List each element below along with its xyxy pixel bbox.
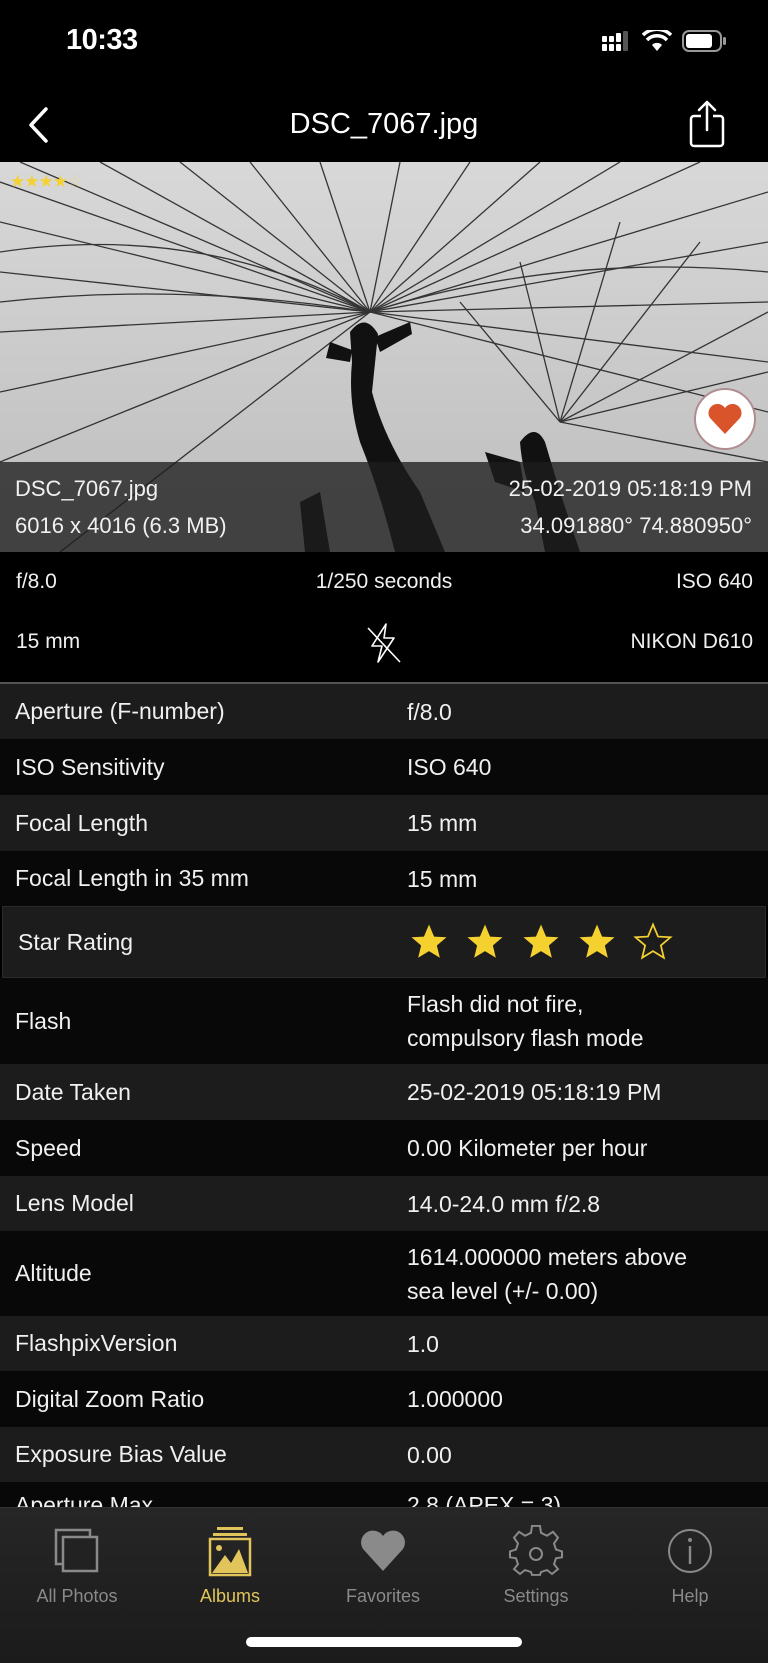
- row-value: 25-02-2019 05:18:19 PM: [407, 1079, 662, 1105]
- row-value-line1: 1614.000000 meters above: [407, 1243, 688, 1270]
- row-label: Date Taken: [15, 1078, 131, 1105]
- table-row: Focal Length in 35 mm 15 mm: [0, 851, 768, 906]
- star-empty-icon[interactable]: [632, 921, 674, 963]
- tab-label: Albums: [199, 1586, 261, 1606]
- row-value: f/8.0: [407, 698, 452, 725]
- row-label: Aperture (F-number): [15, 698, 225, 724]
- albums-icon: [208, 1527, 252, 1577]
- tab-label: Help: [671, 1586, 709, 1606]
- tab-settings[interactable]: Settings: [466, 1522, 606, 1607]
- table-row: Focal Length 15 mm: [0, 795, 768, 851]
- star-filled-icon[interactable]: [520, 921, 562, 963]
- row-label: Altitude: [15, 1260, 92, 1286]
- row-value: Flash did not fire, compulsory flash mod…: [407, 987, 644, 1055]
- star-filled-icon[interactable]: [464, 921, 506, 963]
- heart-icon: [708, 403, 742, 434]
- gear-icon: [509, 1524, 563, 1576]
- row-value: 1.000000: [407, 1386, 503, 1412]
- row-value-line2: compulsory flash mode: [407, 1025, 644, 1051]
- tab-favorites[interactable]: Favorites: [313, 1522, 453, 1607]
- overlay-datetime: 25-02-2019 05:18:19 PM: [508, 476, 752, 501]
- tab-label: Settings: [503, 1586, 569, 1606]
- row-label: Star Rating: [18, 928, 134, 955]
- table-row: Altitude 1614.000000 meters above sea le…: [0, 1231, 768, 1316]
- summary-flash: [364, 622, 404, 669]
- mini-stars-empty: ☆: [66, 172, 82, 191]
- row-value: 15 mm: [407, 865, 478, 892]
- share-button[interactable]: [682, 96, 732, 152]
- row-value: 0.00 Kilometer per hour: [407, 1135, 648, 1161]
- row-value: 1614.000000 meters above sea level (+/- …: [407, 1240, 687, 1308]
- table-row: Exposure Bias Value 0.00: [0, 1427, 768, 1482]
- overlay-filename: DSC_7067.jpg: [15, 476, 159, 501]
- info-icon: [668, 1529, 712, 1573]
- table-row: Aperture (F-number) f/8.0: [0, 684, 768, 739]
- heart-icon: [361, 1530, 405, 1571]
- exif-summary: f/8.0 1/250 seconds ISO 640 15 mm NIKON …: [0, 552, 768, 682]
- overlay-coordinates: 34.091880° 74.880950°: [520, 513, 752, 538]
- tab-help[interactable]: Help: [620, 1522, 760, 1607]
- table-row: Digital Zoom Ratio 1.000000: [0, 1371, 768, 1427]
- tab-label: All Photos: [36, 1586, 118, 1606]
- status-time: 10:33: [66, 24, 138, 56]
- status-icons: [602, 30, 728, 52]
- summary-camera: NIKON D610: [630, 630, 753, 653]
- star-filled-icon[interactable]: [408, 921, 450, 963]
- flash-off-icon: [367, 623, 401, 663]
- row-label: Focal Length in 35 mm: [15, 865, 249, 891]
- table-row: Lens Model 14.0-24.0 mm f/2.8: [0, 1176, 768, 1231]
- photo-info-overlay: DSC_7067.jpg 6016 x 4016 (6.3 MB) 25-02-…: [0, 462, 768, 552]
- row-value: 14.0-24.0 mm f/2.8: [407, 1190, 601, 1217]
- favorite-button[interactable]: [694, 388, 756, 450]
- cellular-signal-icon: [602, 31, 628, 51]
- photo-preview[interactable]: ★★★★☆ DSC_7067.jpg 6016 x 4016 (6.3 MB) …: [0, 162, 768, 552]
- row-value: 1.0: [407, 1330, 439, 1357]
- tab-albums[interactable]: Albums: [160, 1522, 300, 1607]
- home-indicator[interactable]: [246, 1637, 522, 1647]
- table-row: FlashpixVersion 1.0: [0, 1316, 768, 1371]
- row-value: 0.00: [407, 1441, 452, 1468]
- share-icon: [689, 100, 725, 148]
- row-label: Flash: [15, 1007, 72, 1034]
- table-row: Date Taken 25-02-2019 05:18:19 PM: [0, 1064, 768, 1120]
- mini-stars-filled: ★★★★: [10, 172, 68, 191]
- row-label: Focal Length: [15, 809, 148, 836]
- row-value-line2: sea level (+/- 0.00): [407, 1277, 599, 1304]
- wifi-icon: [642, 30, 672, 51]
- star-filled-icon[interactable]: [576, 921, 618, 963]
- row-label: Digital Zoom Ratio: [15, 1385, 205, 1412]
- overlay-dimensions: 6016 x 4016 (6.3 MB): [15, 513, 227, 538]
- star-rating-row[interactable]: Star Rating: [2, 906, 766, 978]
- page-title: DSC_7067.jpg: [289, 108, 479, 140]
- navigation-bar: DSC_7067.jpg: [0, 90, 768, 162]
- tab-label: Favorites: [345, 1586, 421, 1606]
- row-value: ISO 640: [407, 754, 492, 780]
- tab-all-photos[interactable]: All Photos: [7, 1522, 147, 1607]
- row-label: Exposure Bias Value: [15, 1441, 227, 1467]
- row-value-line1: Flash did not fire,: [407, 991, 584, 1017]
- table-row: ISO Sensitivity ISO 640: [0, 739, 768, 795]
- mini-star-rating: ★★★★☆: [10, 172, 82, 192]
- row-label: Lens Model: [15, 1190, 134, 1216]
- all-photos-icon: [54, 1528, 99, 1573]
- row-label: ISO Sensitivity: [15, 753, 165, 780]
- row-label: FlashpixVersion: [15, 1330, 178, 1356]
- row-value: 15 mm: [407, 810, 478, 836]
- battery-icon: [682, 30, 726, 52]
- exif-details-table: Aperture (F-number) f/8.0 ISO Sensitivit…: [0, 684, 768, 1538]
- status-bar: 10:33: [0, 0, 768, 90]
- row-label: Speed: [15, 1134, 82, 1161]
- summary-focal: 15 mm: [16, 630, 81, 653]
- table-row: Speed 0.00 Kilometer per hour: [0, 1120, 768, 1176]
- summary-iso: ISO 640: [675, 570, 753, 593]
- table-row: Flash Flash did not fire, compulsory fla…: [0, 978, 768, 1064]
- star-rating-control[interactable]: [408, 921, 674, 963]
- summary-shutter: 1/250 seconds: [315, 570, 453, 593]
